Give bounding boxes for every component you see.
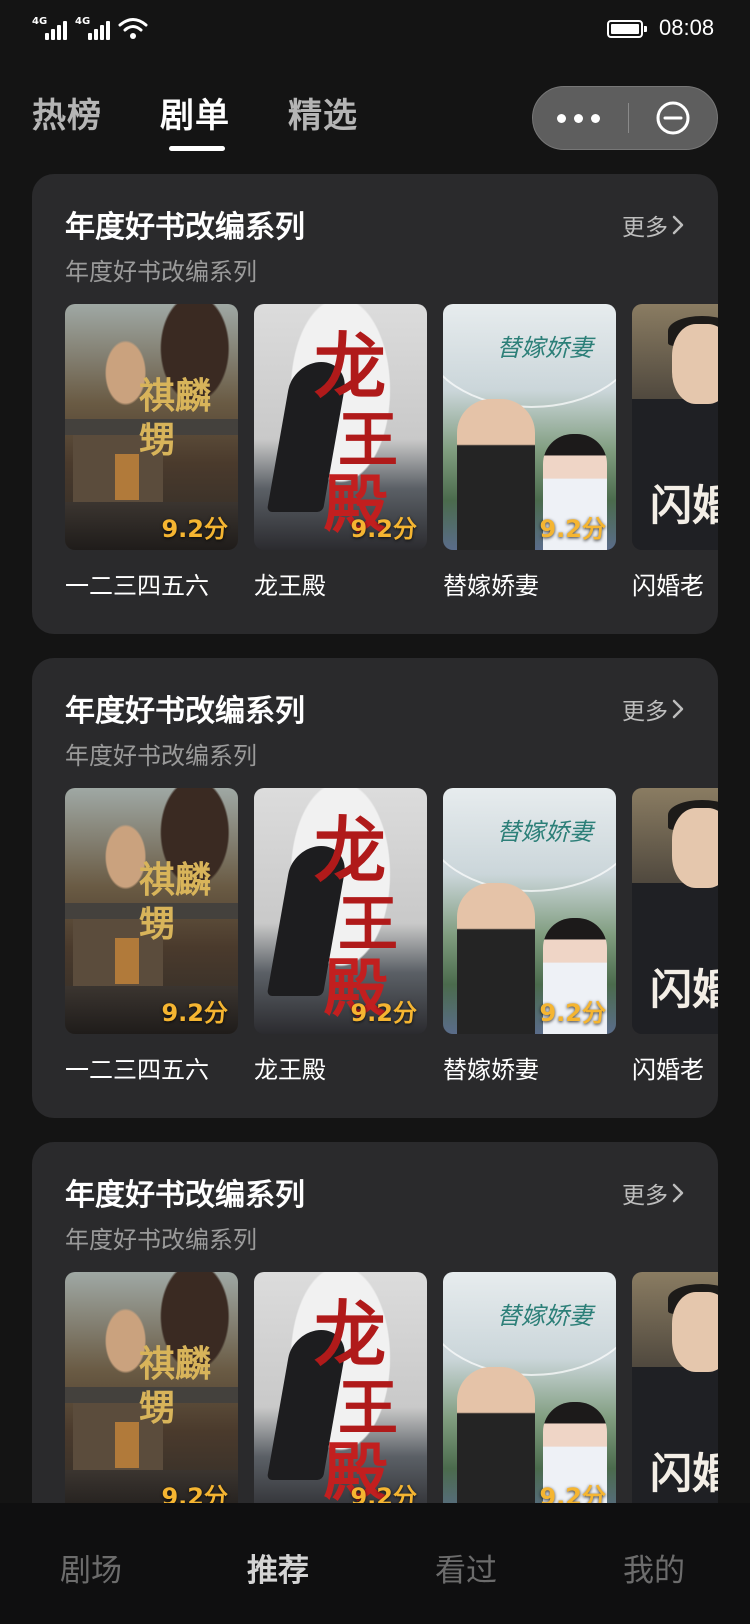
nav-mine[interactable]: 我的: [623, 1545, 685, 1590]
drama-title: 替嫁娇妻: [443, 1056, 539, 1084]
more-label: 更多: [622, 1183, 668, 1209]
more-dots-icon[interactable]: [557, 87, 647, 149]
drama-poster[interactable]: 龙王殿 9.2分: [254, 1272, 427, 1518]
section-subtitle: 年度好书改编系列: [65, 1226, 257, 1254]
drama-title: 龙王殿: [254, 1056, 326, 1084]
status-bar: 4G 4G 08:08: [0, 0, 750, 60]
drama-score: 9.2分: [539, 999, 606, 1027]
section-card: 年度好书改编系列年度好书改编系列更多祺麟甥9.2分一二三四五六龙王殿9.2分龙王…: [32, 658, 718, 1118]
section-title: 年度好书改编系列: [65, 694, 305, 729]
drama-poster[interactable]: 闪婚: [632, 788, 718, 1034]
tab-hot[interactable]: 热榜: [32, 88, 102, 137]
poster-title-art: 替嫁娇妻: [497, 818, 593, 846]
tab-featured[interactable]: 精选: [288, 88, 358, 137]
exit-circle-icon[interactable]: [655, 100, 691, 136]
drama-score: 9.2分: [161, 515, 228, 543]
section-title: 年度好书改编系列: [65, 1178, 305, 1213]
drama-title: 闪婚老: [632, 572, 704, 600]
capsule-divider: [628, 103, 629, 133]
drama-score: 9.2分: [539, 515, 606, 543]
drama-title: 一二三四五六: [65, 572, 209, 600]
more-link[interactable]: 更多: [622, 208, 684, 242]
section-title: 年度好书改编系列: [65, 210, 305, 245]
drama-score: 9.2分: [350, 999, 417, 1027]
drama-poster[interactable]: 闪婚: [632, 1272, 718, 1518]
bottom-nav: 剧场 推荐 看过 我的: [0, 1503, 750, 1624]
tab-playlist[interactable]: 剧单: [160, 88, 230, 137]
nav-watched[interactable]: 看过: [435, 1545, 497, 1590]
drama-poster[interactable]: 替嫁娇妻 9.2分: [443, 1272, 616, 1518]
nav-recommend[interactable]: 推荐: [247, 1545, 309, 1590]
poster-title-art: 祺麟甥: [139, 375, 212, 461]
drama-title: 龙王殿: [254, 572, 326, 600]
drama-poster[interactable]: 祺麟甥 9.2分: [65, 304, 238, 550]
drama-poster[interactable]: 替嫁娇妻 9.2分: [443, 788, 616, 1034]
poster-title-art: 替嫁娇妻: [497, 334, 593, 362]
drama-poster[interactable]: 龙王殿 9.2分: [254, 304, 427, 550]
drama-title: 替嫁娇妻: [443, 572, 539, 600]
poster-title-art: 祺麟甥: [139, 859, 212, 945]
active-tab-indicator: [169, 146, 225, 151]
battery-icon: [607, 20, 647, 38]
section-subtitle: 年度好书改编系列: [65, 258, 257, 286]
chevron-right-icon: [672, 215, 684, 235]
poster-title-art: 祺麟甥: [139, 1343, 212, 1429]
drama-poster[interactable]: 祺麟甥 9.2分: [65, 788, 238, 1034]
poster-title-art: 替嫁娇妻: [497, 1302, 593, 1330]
drama-score: 9.2分: [161, 999, 228, 1027]
drama-row: 祺麟甥9.2分一二三四五六龙王殿9.2分龙王殿替嫁娇妻9.2分替嫁娇妻闪婚闪婚老: [65, 304, 718, 604]
poster-title-art: 闪婚: [650, 965, 718, 1014]
drama-title: 闪婚老: [632, 1056, 704, 1084]
chevron-right-icon: [672, 699, 684, 719]
chevron-right-icon: [672, 1183, 684, 1203]
more-label: 更多: [622, 215, 668, 241]
drama-poster[interactable]: 龙王殿 9.2分: [254, 788, 427, 1034]
poster-title-art: 闪婚: [650, 481, 718, 530]
drama-score: 9.2分: [350, 515, 417, 543]
drama-poster[interactable]: 替嫁娇妻 9.2分: [443, 304, 616, 550]
more-link[interactable]: 更多: [622, 1176, 684, 1210]
drama-row: 祺麟甥9.2分一二三四五六龙王殿9.2分龙王殿替嫁娇妻9.2分替嫁娇妻闪婚闪婚老: [65, 788, 718, 1088]
menu-capsule: [532, 86, 718, 150]
section-card: 年度好书改编系列年度好书改编系列更多祺麟甥9.2分一二三四五六龙王殿9.2分龙王…: [32, 174, 718, 634]
wifi-icon: [118, 18, 148, 39]
drama-title: 一二三四五六: [65, 1056, 209, 1084]
clock: 08:08: [659, 15, 715, 40]
poster-title-art: 闪婚: [650, 1449, 718, 1498]
section-subtitle: 年度好书改编系列: [65, 742, 257, 770]
more-link[interactable]: 更多: [622, 692, 684, 726]
nav-theater[interactable]: 剧场: [60, 1545, 122, 1590]
drama-poster[interactable]: 祺麟甥 9.2分: [65, 1272, 238, 1518]
drama-poster[interactable]: 闪婚: [632, 304, 718, 550]
more-label: 更多: [622, 699, 668, 725]
